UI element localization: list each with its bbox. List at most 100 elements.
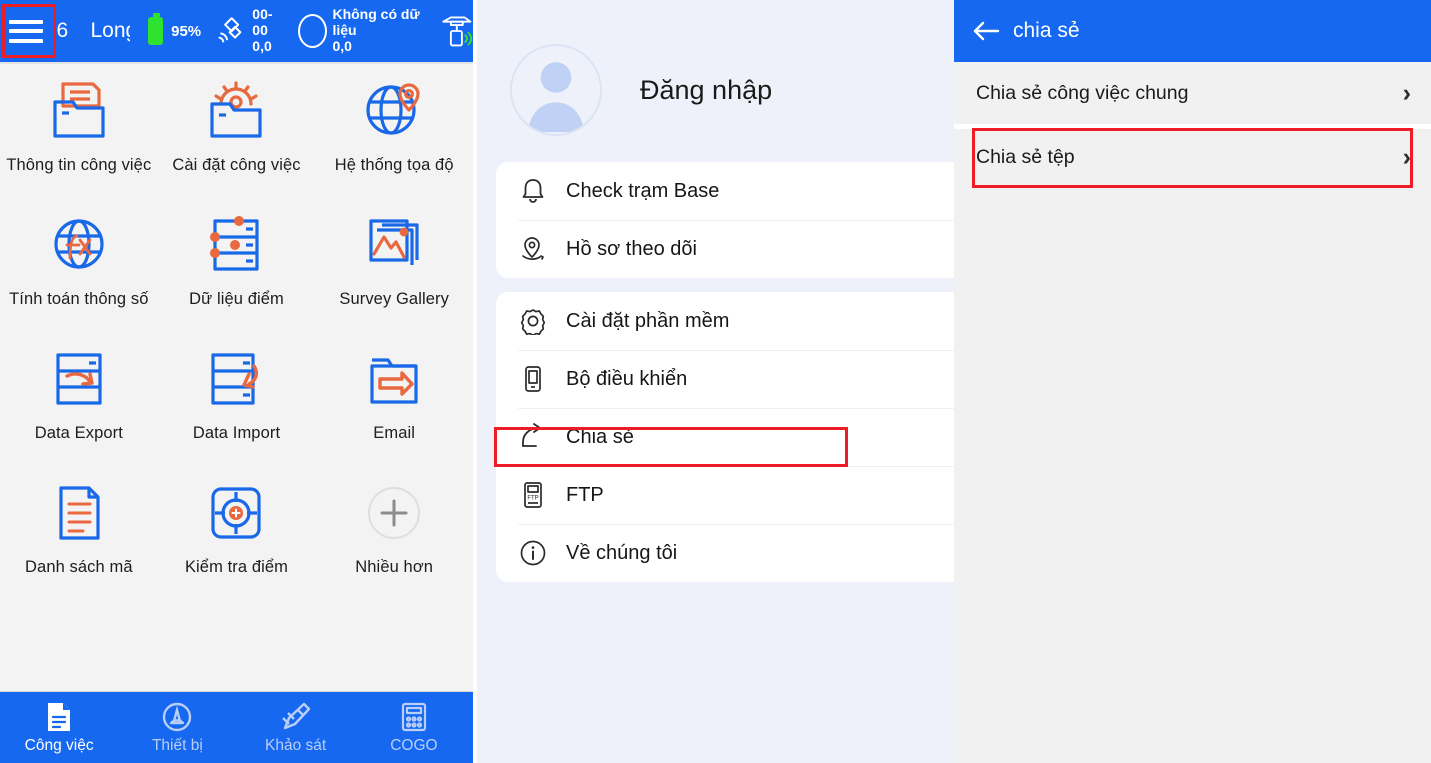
drawer-item-controller[interactable]: Bộ điều khiển › (496, 350, 954, 408)
menu-button[interactable] (2, 3, 50, 59)
survey-pencil-icon (280, 700, 312, 734)
grid-item-data-export[interactable]: Data Export (0, 344, 158, 474)
drawer-item-label: Bộ điều khiển (566, 367, 688, 390)
satellite-value: 0,0 (252, 37, 272, 54)
circle-icon (298, 13, 328, 48)
drawer-item-label: Check trạm Base (566, 179, 720, 202)
email-folder-icon (360, 344, 428, 414)
panel-side-drawer: liệu tọa độ (477, 0, 954, 763)
job-info-folder-icon (45, 76, 113, 146)
job-number: 6 (56, 19, 69, 42)
gear-icon (518, 306, 548, 336)
hamburger-icon (8, 19, 43, 43)
grid-item-job-settings[interactable]: Cài đặt công việc (158, 76, 316, 206)
function-grid: Thông tin công việc Cài đặt công việc Hệ… (0, 64, 473, 608)
track-record-icon (518, 234, 548, 264)
satellite-count: 00-00 (252, 6, 273, 39)
panel-home-screen: 6 Long 95% 00-00 0,0 (0, 0, 473, 763)
drawer-sheet: Đăng nhập Check trạm Base Hồ sơ theo dõi… (477, 0, 954, 763)
panel-share-page: chia sẻ Chia sẻ công việc chung › Chia s… (954, 0, 1431, 763)
avatar (510, 44, 602, 136)
share-row-label: Chia sẻ tệp (976, 146, 1075, 168)
drawer-item-ftp[interactable]: FTP FTP › (496, 466, 954, 524)
parameter-calc-globe-icon (45, 210, 113, 280)
data-export-icon (45, 344, 113, 414)
chevron-right-icon: › (1402, 143, 1411, 171)
tab-khao-sat[interactable]: Khảo sát (237, 700, 355, 755)
drawer-item-label: Hồ sơ theo dõi (566, 237, 697, 260)
user-avatar-icon (527, 62, 585, 132)
drawer-card-settings: Check trạm Base Hồ sơ theo dõi (496, 162, 954, 278)
profile-header[interactable]: Đăng nhập (477, 0, 954, 152)
share-row-common-job[interactable]: Chia sẻ công việc chung › (954, 62, 1431, 124)
calculator-icon (399, 700, 429, 734)
tab-cong-viec[interactable]: Công việc (0, 700, 118, 755)
survey-gallery-icon (360, 210, 428, 280)
tab-label: Thiết bị (151, 737, 203, 754)
chevron-right-icon: › (1402, 78, 1411, 107)
coordinate-system-globe-icon (360, 76, 428, 146)
grid-label: Data Import (192, 424, 281, 442)
share-page-app-bar: chia sẻ (954, 0, 1431, 62)
drawer-item-software-settings[interactable]: Cài đặt phần mềm › (496, 292, 954, 350)
drawer-item-check-base[interactable]: Check trạm Base (496, 162, 954, 220)
job-settings-folder-icon (202, 76, 270, 146)
check-point-icon (202, 478, 270, 548)
status-app-bar: 6 Long 95% 00-00 0,0 (0, 0, 473, 62)
ftp-icon: FTP (518, 480, 548, 510)
tab-cogo[interactable]: COGO (355, 700, 473, 755)
job-document-icon (44, 700, 74, 734)
drawer-item-label: FTP (566, 483, 604, 506)
drawer-item-tracking-record[interactable]: Hồ sơ theo dõi không mở › (496, 220, 954, 278)
drawer-item-about-us[interactable]: Về chúng tôi › (496, 524, 954, 582)
grid-item-email[interactable]: Email (315, 344, 473, 474)
grid-item-code-list[interactable]: Danh sách mã (0, 478, 158, 608)
accuracy-value: 0,0 (332, 37, 352, 54)
grid-label: Data Export (34, 424, 123, 442)
battery-status: 95% (148, 13, 202, 45)
accuracy-state: Không có dữ liệu (332, 6, 420, 39)
grid-label: Hệ thống tọa độ (334, 156, 454, 174)
satellite-icon (218, 17, 242, 43)
grid-item-check-point[interactable]: Kiểm tra điểm (158, 478, 316, 608)
tab-label: COGO (390, 737, 438, 754)
grid-label: Cài đặt công việc (172, 156, 301, 174)
battery-percent: 95% (171, 22, 202, 40)
battery-icon (148, 13, 164, 45)
back-arrow-icon[interactable] (972, 19, 1000, 43)
accuracy-status[interactable]: Không có dữ liệu 0,0 (298, 7, 429, 54)
page-title: chia sẻ (1013, 19, 1080, 42)
login-label: Đăng nhập (640, 74, 773, 105)
grid-item-job-info[interactable]: Thông tin công việc (0, 76, 158, 206)
grid-item-survey-gallery[interactable]: Survey Gallery (315, 210, 473, 340)
grid-label: Kiểm tra điểm (184, 558, 289, 576)
satellite-status[interactable]: 00-00 0,0 (217, 7, 282, 54)
grid-label: Tính toán thông số (9, 290, 149, 308)
grid-item-parameter-calc[interactable]: Tính toán thông số (0, 210, 158, 340)
share-options-list: Chia sẻ công việc chung › Chia sẻ tệp › (954, 62, 1431, 186)
tab-label: Công việc (24, 737, 94, 754)
plus-circle-icon (360, 478, 428, 548)
grid-item-coordinate-system[interactable]: Hệ thống tọa độ (315, 76, 473, 206)
grid-item-more[interactable]: Nhiều hơn (315, 478, 473, 608)
screenshot-stage: 6 Long 95% 00-00 0,0 (0, 0, 1431, 763)
base-device-icon[interactable] (439, 11, 473, 51)
grid-item-data-import[interactable]: Data Import (158, 344, 316, 474)
tab-label: Khảo sát (265, 737, 327, 754)
grid-label: Danh sách mã (25, 558, 133, 576)
bottom-tab-bar: Công việc Thiết bị Khảo sát COGO (0, 691, 473, 763)
drawer-item-label: Về chúng tôi (566, 541, 678, 564)
device-antenna-icon (161, 700, 193, 734)
grid-label: Email (373, 424, 416, 442)
grid-item-point-data[interactable]: Dữ liệu điểm (158, 210, 316, 340)
highlight-box-share (494, 427, 848, 467)
code-list-icon (45, 478, 113, 548)
bell-icon (518, 176, 548, 206)
svg-text:FTP: FTP (527, 496, 538, 502)
tab-thiet-bi[interactable]: Thiết bị (118, 700, 236, 755)
share-row-file[interactable]: Chia sẻ tệp › (954, 124, 1431, 186)
grid-label: Thông tin công việc (6, 156, 152, 174)
controller-phone-icon (518, 364, 548, 394)
drawer-item-label: Cài đặt phần mềm (566, 309, 730, 332)
job-name: Long (90, 19, 130, 42)
